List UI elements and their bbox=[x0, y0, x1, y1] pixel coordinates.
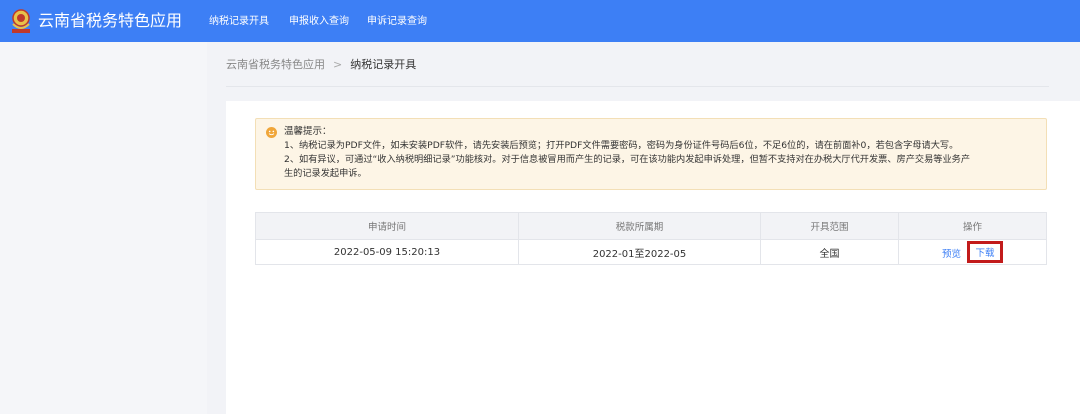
cell-apply-time: 2022-05-09 15:20:13 bbox=[333, 246, 441, 258]
column-header-apply-time: 申请时间 bbox=[367, 222, 406, 233]
column-header-tax-period: 税款所属期 bbox=[518, 213, 760, 239]
notice-line: 生的记录发起申诉。 bbox=[284, 168, 367, 179]
breadcrumb: 云南省税务特色应用 > 纳税记录开具 bbox=[226, 56, 416, 74]
cell-scope: 全国 bbox=[760, 240, 898, 264]
records-table: 申请时间 税款所属期 开具范围 操作 2022-05-09 15:20:13 2… bbox=[255, 212, 1047, 265]
tax-emblem-logo bbox=[12, 9, 30, 33]
breadcrumb-home-link[interactable]: 云南省税务特色应用 bbox=[226, 58, 325, 71]
nav-item-income-query[interactable]: 申报收入查询 bbox=[289, 13, 349, 31]
column-header-scope: 开具范围 bbox=[760, 213, 898, 239]
breadcrumb-current: 纳税记录开具 bbox=[350, 58, 417, 71]
notice-title: 温馨提示： bbox=[284, 126, 332, 137]
smile-icon bbox=[266, 127, 277, 138]
preview-link[interactable]: 预览 bbox=[942, 246, 961, 260]
table-row: 2022-05-09 15:20:13 2022-01至2022-05 全国 预… bbox=[256, 239, 1046, 264]
sidebar bbox=[0, 42, 207, 414]
download-highlight-box: 下载 bbox=[967, 241, 1003, 263]
breadcrumb-separator: > bbox=[333, 58, 343, 71]
app-title: 云南省税务特色应用 bbox=[38, 11, 183, 30]
content-card: 温馨提示： 1、纳税记录为PDF文件，如未安装PDF软件，请先安装后预览；打开P… bbox=[226, 101, 1080, 414]
table-header: 申请时间 税款所属期 开具范围 操作 bbox=[256, 213, 1046, 239]
download-link[interactable]: 下载 bbox=[975, 245, 994, 259]
notice-line: 2、如有异议，可通过“收入纳税明细记录”功能核对。对于信息被冒用而产生的记录，可… bbox=[284, 154, 971, 165]
notice-line: 1、纳税记录为PDF文件，如未安装PDF软件，请先安装后预览；打开PDF文件需要… bbox=[284, 140, 959, 151]
cell-tax-period: 2022-01至2022-05 bbox=[518, 240, 760, 264]
breadcrumb-divider bbox=[226, 86, 1049, 87]
nav-item-appeal-query[interactable]: 申诉记录查询 bbox=[367, 13, 427, 31]
notice-box: 温馨提示： 1、纳税记录为PDF文件，如未安装PDF软件，请先安装后预览；打开P… bbox=[255, 118, 1047, 190]
cell-actions: 预览 下载 bbox=[898, 240, 1046, 264]
nav-item-tax-record[interactable]: 纳税记录开具 bbox=[209, 13, 269, 31]
top-navigation-bar: 云南省税务特色应用 纳税记录开具 申报收入查询 申诉记录查询 bbox=[0, 0, 1080, 42]
column-header-actions: 操作 bbox=[898, 213, 1046, 239]
